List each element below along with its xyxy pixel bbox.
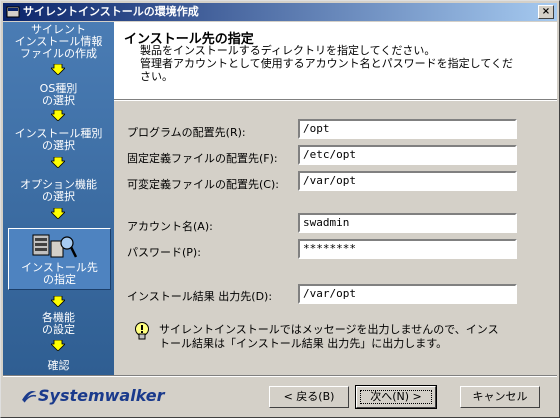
install-result-output-input[interactable]: /var/opt bbox=[298, 284, 517, 304]
footer-divider bbox=[3, 375, 557, 377]
step-install-type: インストール種別 の選択 bbox=[14, 127, 103, 152]
page-description: 製品をインストールするディレクトリを指定してください。 管理者アカウントとして使… bbox=[140, 44, 514, 83]
wizard-steps-sidebar: サイレント インストール情報 ファイルの作成 OS種別 の選択 インストール種別… bbox=[3, 22, 114, 375]
arrow-down-icon bbox=[51, 110, 65, 121]
title-bar[interactable]: サイレントインストールの環境作成 × bbox=[3, 3, 557, 21]
step-os-type: OS種別 の選択 bbox=[39, 82, 78, 107]
arrow-down-icon bbox=[51, 296, 65, 307]
arrow-down-icon bbox=[51, 340, 65, 351]
account-name-input[interactable]: swadmin bbox=[298, 213, 517, 233]
back-button[interactable]: < 戻る(B) bbox=[269, 386, 349, 408]
step-option-features: オプション機能 の選択 bbox=[20, 178, 97, 203]
arrow-down-icon bbox=[51, 157, 65, 168]
step-confirm: 確認 bbox=[47, 359, 70, 372]
password-label: パスワード(P): bbox=[127, 246, 201, 259]
step-feature-settings: 各機能 の設定 bbox=[42, 311, 75, 336]
back-button-label: < 戻る(B) bbox=[283, 390, 335, 403]
wizard-window: サイレントインストールの環境作成 × サイレント インストール情報 ファイルの作… bbox=[0, 0, 560, 418]
variable-def-location-label: 可変定義ファイルの配置先(C): bbox=[127, 178, 279, 191]
app-icon bbox=[6, 6, 20, 18]
arrow-down-icon bbox=[51, 208, 65, 219]
account-name-label: アカウント名(A): bbox=[127, 220, 213, 233]
step-create-info-file: サイレント インストール情報 ファイルの作成 bbox=[14, 23, 103, 60]
password-input[interactable]: ******** bbox=[298, 239, 517, 259]
current-step-highlight: インストール先 の指定 bbox=[8, 228, 111, 290]
lightbulb-icon bbox=[135, 322, 149, 340]
fixed-def-location-label: 固定定義ファイルの配置先(F): bbox=[127, 152, 278, 165]
variable-def-location-input[interactable]: /var/opt bbox=[298, 171, 517, 191]
logo-text: Systemwalker bbox=[38, 386, 165, 405]
cancel-button[interactable]: キャンセル bbox=[460, 386, 540, 408]
next-button[interactable]: 次へ(N) > bbox=[355, 385, 437, 409]
window-title: サイレントインストールの環境作成 bbox=[23, 5, 199, 18]
arrow-down-icon bbox=[51, 64, 65, 75]
info-message: サイレントインストールではメッセージを出力しませんので、インス トール結果は「イ… bbox=[159, 323, 499, 350]
logo-mark-icon bbox=[22, 391, 37, 403]
program-location-input[interactable]: /opt bbox=[298, 119, 517, 139]
install-location-icon bbox=[32, 234, 77, 258]
step-install-location: インストール先 の指定 bbox=[21, 261, 98, 286]
header-divider bbox=[114, 99, 557, 101]
next-button-label: 次へ(N) > bbox=[370, 390, 422, 403]
fixed-def-location-input[interactable]: /etc/opt bbox=[298, 145, 517, 165]
cancel-button-label: キャンセル bbox=[472, 390, 528, 403]
install-result-output-label: インストール結果 出力先(D): bbox=[127, 290, 273, 303]
close-button[interactable]: × bbox=[538, 5, 554, 19]
page-header: インストール先の指定 製品をインストールするディレクトリを指定してください。 管… bbox=[114, 22, 557, 99]
program-location-label: プログラムの配置先(R): bbox=[127, 126, 246, 139]
